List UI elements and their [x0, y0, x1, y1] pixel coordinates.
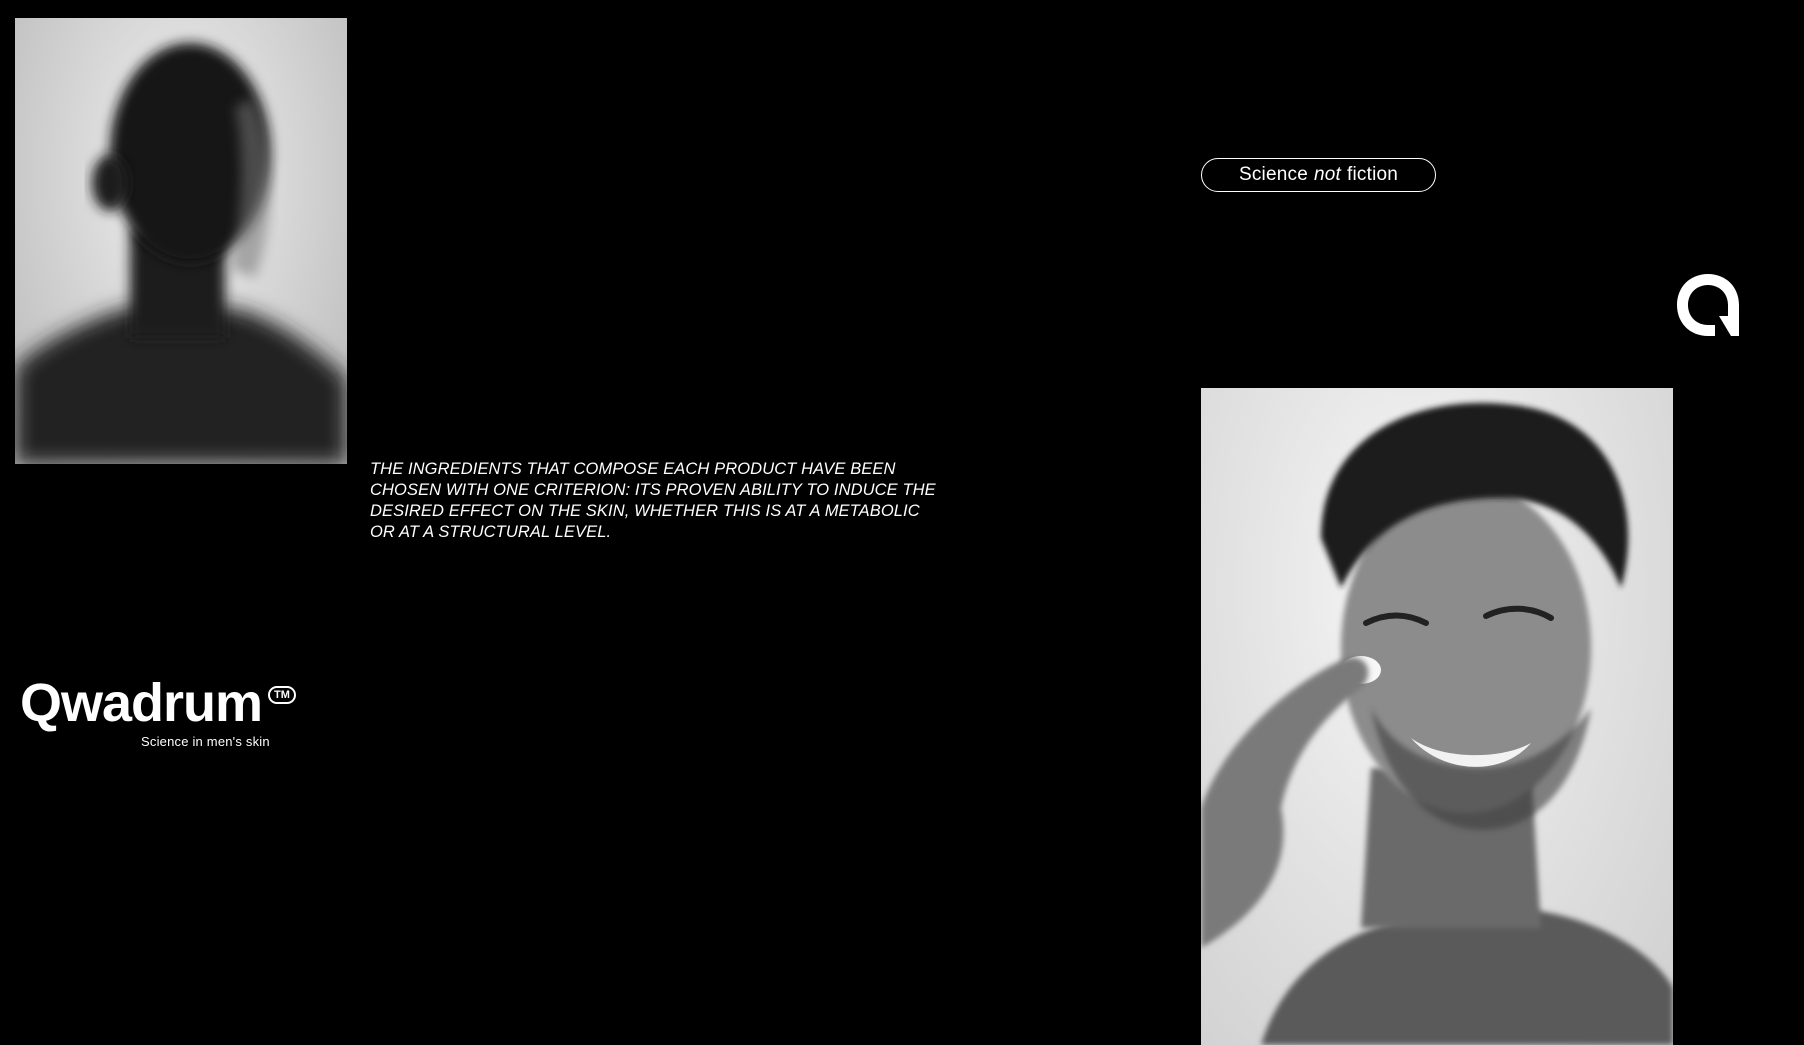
logo-subtitle: Science in men's skin	[141, 734, 270, 749]
tagline-text-fiction: fiction	[1346, 164, 1399, 185]
tagline-pill: Science not fiction	[1201, 158, 1436, 192]
portrait-blurred-silhouette	[15, 18, 347, 464]
tagline-text-not: not	[1313, 164, 1341, 185]
portrait-man-winking	[1201, 388, 1673, 1045]
logo-wordmark: Qwadrum	[20, 673, 263, 733]
trademark-badge: TM	[268, 686, 296, 704]
silhouette-illustration	[15, 43, 347, 464]
brand-q-icon	[1671, 268, 1745, 342]
ingredients-description: THE INGREDIENTS THAT COMPOSE EACH PRODUC…	[370, 460, 936, 541]
qwadrum-logo[interactable]: Qwadrum TM Science in men's skin	[20, 676, 320, 756]
tagline-text-science: Science	[1238, 164, 1308, 185]
man-portrait-illustration	[1201, 403, 1673, 1045]
